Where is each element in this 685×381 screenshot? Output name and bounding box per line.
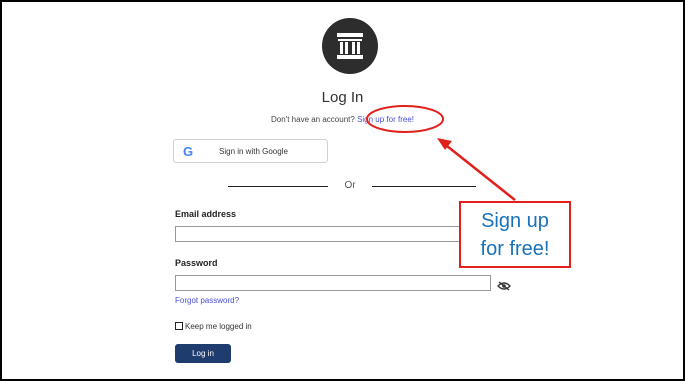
annotation-overlay	[366, 105, 516, 201]
signup-highlight-ellipse	[366, 105, 444, 133]
callout-line-2: for free!	[480, 238, 550, 260]
signup-callout: Sign up for free!	[459, 201, 571, 268]
callout-line-1: Sign up	[481, 210, 549, 232]
callout-arrow-line	[446, 145, 516, 201]
